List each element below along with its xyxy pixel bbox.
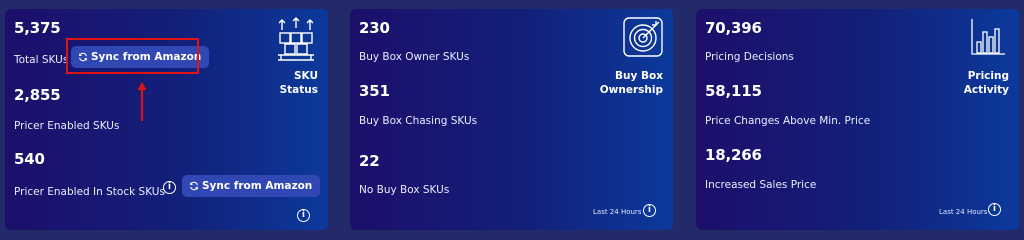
warehouse-boxes-icon xyxy=(278,17,314,61)
sku-status-title: SKU Status xyxy=(280,69,318,97)
increased-value: 18,266 xyxy=(705,146,762,164)
buybox-title-line2: Ownership xyxy=(599,84,663,96)
in-stock-value: 540 xyxy=(14,150,45,168)
buy-box-ownership-card: 230 Buy Box Owner SKUs Buy Box Ownership… xyxy=(350,9,673,230)
pricing-title-line2: Activity xyxy=(963,84,1009,96)
increased-label: Increased Sales Price xyxy=(705,179,817,191)
pricing-decisions-label: Pricing Decisions xyxy=(705,51,794,63)
buybox-title-line1: Buy Box xyxy=(615,70,663,82)
pricing-info-icon[interactable]: i xyxy=(988,203,1001,216)
buybox-owner-value: 230 xyxy=(359,19,390,37)
sync-from-amazon-button[interactable]: Sync from Amazon xyxy=(71,46,210,68)
sync-button-2-label: Sync from Amazon xyxy=(202,180,313,192)
sku-status-card: 5,375 Total SKUs Sync from Amazon SKU St… xyxy=(5,9,328,230)
card-info-icon[interactable]: i xyxy=(297,209,310,222)
refresh-icon xyxy=(79,52,87,62)
annotation-arrow-icon xyxy=(137,82,147,121)
sku-title-line2: Status xyxy=(279,84,318,96)
buybox-owner-label: Buy Box Owner SKUs xyxy=(359,51,470,63)
pricer-enabled-label: Pricer Enabled SKUs xyxy=(14,120,120,132)
pricing-footer: Last 24 Hours xyxy=(939,208,988,216)
refresh-icon xyxy=(190,181,198,191)
no-buybox-label: No Buy Box SKUs xyxy=(359,184,450,196)
sku-title-line1: SKU xyxy=(293,70,318,82)
info-icon[interactable]: i xyxy=(163,181,176,194)
above-min-label: Price Changes Above Min. Price xyxy=(705,115,871,127)
buybox-info-icon[interactable]: i xyxy=(643,204,656,217)
buybox-chasing-value: 351 xyxy=(359,82,390,100)
total-skus-value: 5,375 xyxy=(14,19,61,37)
in-stock-label: Pricer Enabled In Stock SKUs xyxy=(14,186,165,198)
pricing-activity-card: 70,396 Pricing Decisions Pricing Activit… xyxy=(696,9,1019,230)
pricing-decisions-value: 70,396 xyxy=(705,19,762,37)
sync-button-label: Sync from Amazon xyxy=(91,51,202,63)
buybox-footer: Last 24 Hours xyxy=(593,208,642,216)
pricer-enabled-value: 2,855 xyxy=(14,86,61,104)
buybox-chasing-label: Buy Box Chasing SKUs xyxy=(359,115,478,127)
sync-from-amazon-button-2[interactable]: Sync from Amazon xyxy=(182,175,321,197)
no-buybox-value: 22 xyxy=(359,152,380,170)
total-skus-label: Total SKUs xyxy=(14,54,69,66)
above-min-value: 58,115 xyxy=(705,82,762,100)
bar-chart-icon xyxy=(971,19,1005,55)
target-icon xyxy=(623,17,663,57)
buybox-title: Buy Box Ownership xyxy=(600,69,663,97)
pricing-title: Pricing Activity xyxy=(964,69,1009,97)
pricing-title-line1: Pricing xyxy=(967,70,1009,82)
